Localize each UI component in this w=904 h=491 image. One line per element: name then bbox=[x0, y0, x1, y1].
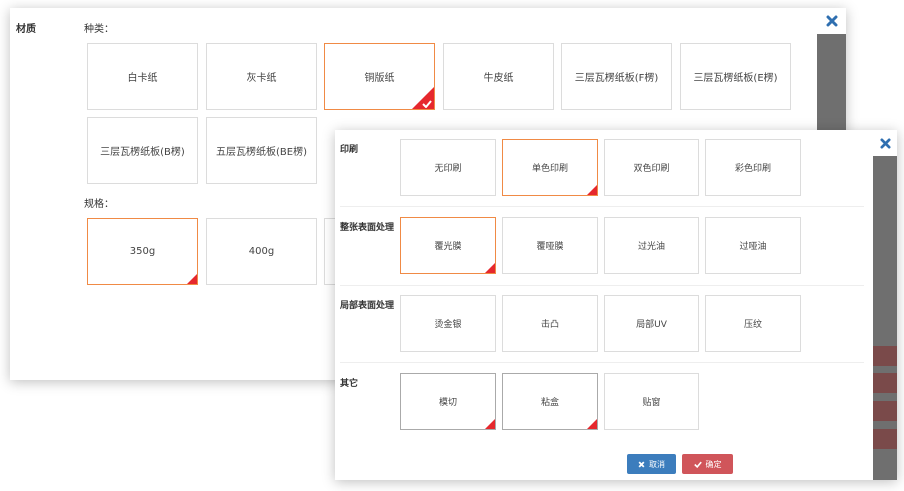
backdrop-row bbox=[873, 373, 897, 393]
option-label: 贴窗 bbox=[642, 398, 661, 408]
kind-option-label: 铜版纸 bbox=[364, 73, 395, 84]
kind-option[interactable]: 灰卡纸 bbox=[206, 43, 317, 110]
group-divider bbox=[340, 285, 864, 286]
spec-option[interactable]: 400g bbox=[206, 218, 317, 285]
other-option-selected[interactable]: 粘盒 bbox=[502, 373, 598, 430]
option-label: 过光油 bbox=[637, 242, 665, 252]
full-surface-option[interactable]: 覆哑膜 bbox=[502, 217, 598, 274]
spec-option-label: 400g bbox=[248, 246, 275, 257]
option-label: 击凸 bbox=[540, 320, 559, 330]
kind-option[interactable]: 五层瓦楞纸板(BE楞) bbox=[206, 117, 317, 184]
group-label-other: 其它 bbox=[340, 379, 359, 389]
spec-option-label: 350g bbox=[129, 246, 156, 257]
option-label: 过哑油 bbox=[739, 242, 767, 252]
partial-surface-option[interactable]: 局部UV bbox=[604, 295, 699, 352]
option-label: 压纹 bbox=[743, 320, 762, 330]
checkmark-icon bbox=[422, 100, 432, 108]
confirm-label: 确定 bbox=[705, 459, 722, 469]
close-icon bbox=[879, 137, 891, 149]
kind-option-selected[interactable]: 铜版纸 bbox=[324, 43, 435, 110]
printing-option-selected[interactable]: 单色印刷 bbox=[502, 139, 598, 196]
option-label: 双色印刷 bbox=[633, 164, 670, 174]
kind-option-label: 三层瓦楞纸板(B楞) bbox=[100, 147, 185, 158]
kind-option-label: 白卡纸 bbox=[127, 73, 158, 84]
kind-option-label: 灰卡纸 bbox=[246, 73, 277, 84]
partial-surface-option[interactable]: 烫金银 bbox=[400, 295, 496, 352]
option-label: 覆哑膜 bbox=[536, 242, 564, 252]
backdrop-row bbox=[873, 401, 897, 421]
group-label-partial-surface: 局部表面处理 bbox=[340, 301, 395, 311]
other-option[interactable]: 贴窗 bbox=[604, 373, 699, 430]
selected-corner bbox=[485, 419, 495, 429]
kind-option[interactable]: 牛皮纸 bbox=[443, 43, 554, 110]
printing-option[interactable]: 无印刷 bbox=[400, 139, 496, 196]
kind-option[interactable]: 白卡纸 bbox=[87, 43, 198, 110]
option-label: 局部UV bbox=[636, 320, 667, 330]
printing-option[interactable]: 双色印刷 bbox=[604, 139, 699, 196]
option-label: 彩色印刷 bbox=[734, 164, 771, 174]
option-label: 烫金银 bbox=[434, 320, 462, 330]
close-icon bbox=[826, 15, 837, 27]
partial-surface-option[interactable]: 击凸 bbox=[502, 295, 598, 352]
full-surface-option[interactable]: 过光油 bbox=[604, 217, 699, 274]
checkmark-icon bbox=[693, 461, 702, 468]
selected-corner bbox=[587, 185, 597, 195]
spec-option-selected[interactable]: 350g bbox=[87, 218, 198, 285]
close-icon bbox=[638, 461, 645, 467]
kind-option-label: 牛皮纸 bbox=[483, 73, 514, 84]
group-divider bbox=[340, 362, 864, 363]
kind-option[interactable]: 三层瓦楞纸板(F楞) bbox=[561, 43, 672, 110]
option-label: 覆光膜 bbox=[434, 242, 462, 252]
option-label: 模切 bbox=[438, 398, 457, 408]
backdrop-row bbox=[873, 429, 897, 449]
kind-label: 种类： bbox=[84, 24, 114, 35]
spec-label: 规格： bbox=[84, 199, 114, 210]
full-surface-option[interactable]: 过哑油 bbox=[705, 217, 801, 274]
kind-option[interactable]: 三层瓦楞纸板(E楞) bbox=[680, 43, 791, 110]
material-title: 材质 bbox=[16, 24, 36, 35]
kind-option-label: 五层瓦楞纸板(BE楞) bbox=[216, 147, 307, 158]
group-label-printing: 印刷 bbox=[340, 145, 359, 155]
group-label-full-surface: 整张表面处理 bbox=[340, 223, 395, 233]
kind-option-label: 三层瓦楞纸板(F楞) bbox=[574, 73, 659, 84]
group-divider bbox=[340, 206, 864, 207]
close-process-button[interactable] bbox=[873, 130, 897, 156]
cancel-button[interactable]: 取消 bbox=[627, 454, 676, 474]
option-label: 单色印刷 bbox=[531, 164, 568, 174]
partial-surface-option[interactable]: 压纹 bbox=[705, 295, 801, 352]
kind-option[interactable]: 三层瓦楞纸板(B楞) bbox=[87, 117, 198, 184]
printing-option[interactable]: 彩色印刷 bbox=[705, 139, 801, 196]
selected-corner bbox=[485, 263, 495, 273]
kind-option-label: 三层瓦楞纸板(E楞) bbox=[693, 73, 778, 84]
option-label: 粘盒 bbox=[540, 398, 559, 408]
selected-corner bbox=[587, 419, 597, 429]
backdrop-row bbox=[873, 346, 897, 366]
selected-corner bbox=[187, 274, 197, 284]
confirm-button[interactable]: 确定 bbox=[682, 454, 733, 474]
full-surface-option-selected[interactable]: 覆光膜 bbox=[400, 217, 496, 274]
close-material-button[interactable] bbox=[817, 8, 846, 34]
other-option-selected[interactable]: 模切 bbox=[400, 373, 496, 430]
cancel-label: 取消 bbox=[649, 459, 665, 469]
option-label: 无印刷 bbox=[434, 164, 462, 174]
